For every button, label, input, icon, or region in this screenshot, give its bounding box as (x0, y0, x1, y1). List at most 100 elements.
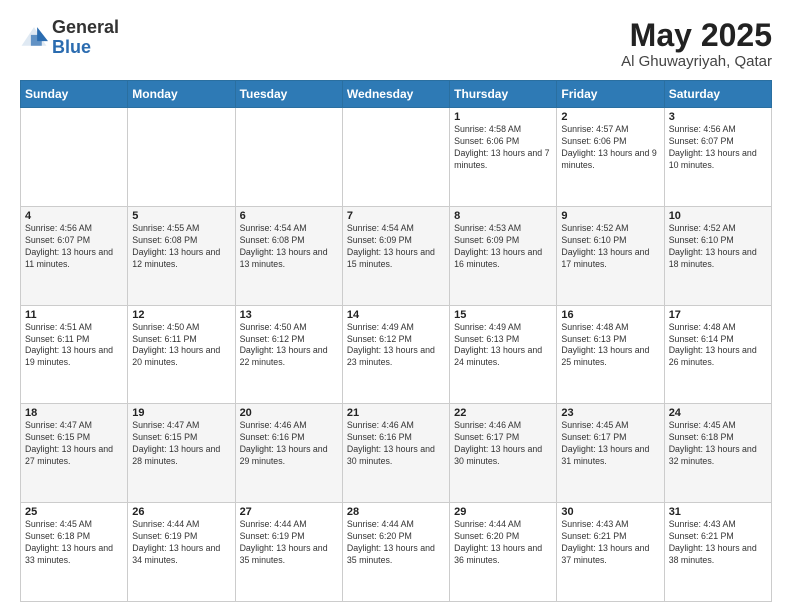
calendar-week-5: 25Sunrise: 4:45 AM Sunset: 6:18 PM Dayli… (21, 503, 772, 602)
day-number: 27 (240, 506, 338, 518)
day-info: Sunrise: 4:45 AM Sunset: 6:18 PM Dayligh… (25, 519, 123, 567)
day-number: 2 (561, 111, 659, 123)
table-cell: 31Sunrise: 4:43 AM Sunset: 6:21 PM Dayli… (664, 503, 771, 602)
day-number: 13 (240, 309, 338, 321)
day-number: 31 (669, 506, 767, 518)
table-cell: 16Sunrise: 4:48 AM Sunset: 6:13 PM Dayli… (557, 305, 664, 404)
table-cell (21, 108, 128, 207)
day-info: Sunrise: 4:55 AM Sunset: 6:08 PM Dayligh… (132, 223, 230, 271)
day-number: 14 (347, 309, 445, 321)
day-number: 7 (347, 210, 445, 222)
title-block: May 2025 Al Ghuwayriyah, Qatar (621, 18, 772, 70)
table-cell: 2Sunrise: 4:57 AM Sunset: 6:06 PM Daylig… (557, 108, 664, 207)
day-info: Sunrise: 4:45 AM Sunset: 6:18 PM Dayligh… (669, 420, 767, 468)
table-cell (235, 108, 342, 207)
table-cell: 30Sunrise: 4:43 AM Sunset: 6:21 PM Dayli… (557, 503, 664, 602)
table-cell: 25Sunrise: 4:45 AM Sunset: 6:18 PM Dayli… (21, 503, 128, 602)
day-number: 24 (669, 407, 767, 419)
day-info: Sunrise: 4:52 AM Sunset: 6:10 PM Dayligh… (561, 223, 659, 271)
table-cell: 8Sunrise: 4:53 AM Sunset: 6:09 PM Daylig… (450, 206, 557, 305)
table-cell: 14Sunrise: 4:49 AM Sunset: 6:12 PM Dayli… (342, 305, 449, 404)
table-cell: 29Sunrise: 4:44 AM Sunset: 6:20 PM Dayli… (450, 503, 557, 602)
table-cell: 22Sunrise: 4:46 AM Sunset: 6:17 PM Dayli… (450, 404, 557, 503)
table-cell: 18Sunrise: 4:47 AM Sunset: 6:15 PM Dayli… (21, 404, 128, 503)
day-info: Sunrise: 4:51 AM Sunset: 6:11 PM Dayligh… (25, 322, 123, 370)
day-number: 9 (561, 210, 659, 222)
day-info: Sunrise: 4:44 AM Sunset: 6:20 PM Dayligh… (454, 519, 552, 567)
col-wednesday: Wednesday (342, 81, 449, 108)
table-cell: 4Sunrise: 4:56 AM Sunset: 6:07 PM Daylig… (21, 206, 128, 305)
day-number: 23 (561, 407, 659, 419)
day-number: 28 (347, 506, 445, 518)
day-number: 26 (132, 506, 230, 518)
day-number: 21 (347, 407, 445, 419)
table-cell: 9Sunrise: 4:52 AM Sunset: 6:10 PM Daylig… (557, 206, 664, 305)
day-info: Sunrise: 4:50 AM Sunset: 6:12 PM Dayligh… (240, 322, 338, 370)
day-info: Sunrise: 4:46 AM Sunset: 6:16 PM Dayligh… (347, 420, 445, 468)
table-cell: 17Sunrise: 4:48 AM Sunset: 6:14 PM Dayli… (664, 305, 771, 404)
day-number: 17 (669, 309, 767, 321)
table-cell: 28Sunrise: 4:44 AM Sunset: 6:20 PM Dayli… (342, 503, 449, 602)
logo-blue-text: Blue (52, 37, 91, 57)
table-cell: 6Sunrise: 4:54 AM Sunset: 6:08 PM Daylig… (235, 206, 342, 305)
title-location: Al Ghuwayriyah, Qatar (621, 53, 772, 70)
day-number: 11 (25, 309, 123, 321)
day-info: Sunrise: 4:56 AM Sunset: 6:07 PM Dayligh… (669, 124, 767, 172)
table-cell: 5Sunrise: 4:55 AM Sunset: 6:08 PM Daylig… (128, 206, 235, 305)
day-info: Sunrise: 4:54 AM Sunset: 6:08 PM Dayligh… (240, 223, 338, 271)
table-cell: 23Sunrise: 4:45 AM Sunset: 6:17 PM Dayli… (557, 404, 664, 503)
day-number: 19 (132, 407, 230, 419)
day-number: 29 (454, 506, 552, 518)
day-info: Sunrise: 4:46 AM Sunset: 6:16 PM Dayligh… (240, 420, 338, 468)
day-number: 4 (25, 210, 123, 222)
day-info: Sunrise: 4:57 AM Sunset: 6:06 PM Dayligh… (561, 124, 659, 172)
day-info: Sunrise: 4:49 AM Sunset: 6:13 PM Dayligh… (454, 322, 552, 370)
table-cell (342, 108, 449, 207)
day-number: 5 (132, 210, 230, 222)
day-number: 18 (25, 407, 123, 419)
day-info: Sunrise: 4:47 AM Sunset: 6:15 PM Dayligh… (132, 420, 230, 468)
table-cell: 20Sunrise: 4:46 AM Sunset: 6:16 PM Dayli… (235, 404, 342, 503)
day-info: Sunrise: 4:52 AM Sunset: 6:10 PM Dayligh… (669, 223, 767, 271)
table-cell: 13Sunrise: 4:50 AM Sunset: 6:12 PM Dayli… (235, 305, 342, 404)
table-cell: 10Sunrise: 4:52 AM Sunset: 6:10 PM Dayli… (664, 206, 771, 305)
day-info: Sunrise: 4:45 AM Sunset: 6:17 PM Dayligh… (561, 420, 659, 468)
day-info: Sunrise: 4:56 AM Sunset: 6:07 PM Dayligh… (25, 223, 123, 271)
calendar-table: Sunday Monday Tuesday Wednesday Thursday… (20, 80, 772, 602)
day-info: Sunrise: 4:44 AM Sunset: 6:19 PM Dayligh… (240, 519, 338, 567)
col-thursday: Thursday (450, 81, 557, 108)
calendar-week-4: 18Sunrise: 4:47 AM Sunset: 6:15 PM Dayli… (21, 404, 772, 503)
day-number: 22 (454, 407, 552, 419)
day-info: Sunrise: 4:49 AM Sunset: 6:12 PM Dayligh… (347, 322, 445, 370)
logo-text: General Blue (52, 18, 119, 58)
table-cell: 26Sunrise: 4:44 AM Sunset: 6:19 PM Dayli… (128, 503, 235, 602)
day-info: Sunrise: 4:53 AM Sunset: 6:09 PM Dayligh… (454, 223, 552, 271)
day-info: Sunrise: 4:46 AM Sunset: 6:17 PM Dayligh… (454, 420, 552, 468)
table-cell: 24Sunrise: 4:45 AM Sunset: 6:18 PM Dayli… (664, 404, 771, 503)
table-cell: 15Sunrise: 4:49 AM Sunset: 6:13 PM Dayli… (450, 305, 557, 404)
table-cell (128, 108, 235, 207)
logo: General Blue (20, 18, 119, 58)
table-cell: 12Sunrise: 4:50 AM Sunset: 6:11 PM Dayli… (128, 305, 235, 404)
day-number: 1 (454, 111, 552, 123)
table-cell: 21Sunrise: 4:46 AM Sunset: 6:16 PM Dayli… (342, 404, 449, 503)
col-tuesday: Tuesday (235, 81, 342, 108)
calendar-week-2: 4Sunrise: 4:56 AM Sunset: 6:07 PM Daylig… (21, 206, 772, 305)
header: General Blue May 2025 Al Ghuwayriyah, Qa… (20, 18, 772, 70)
day-number: 8 (454, 210, 552, 222)
day-info: Sunrise: 4:47 AM Sunset: 6:15 PM Dayligh… (25, 420, 123, 468)
table-cell: 27Sunrise: 4:44 AM Sunset: 6:19 PM Dayli… (235, 503, 342, 602)
col-monday: Monday (128, 81, 235, 108)
day-number: 10 (669, 210, 767, 222)
table-cell: 11Sunrise: 4:51 AM Sunset: 6:11 PM Dayli… (21, 305, 128, 404)
day-info: Sunrise: 4:58 AM Sunset: 6:06 PM Dayligh… (454, 124, 552, 172)
day-info: Sunrise: 4:50 AM Sunset: 6:11 PM Dayligh… (132, 322, 230, 370)
day-number: 25 (25, 506, 123, 518)
col-sunday: Sunday (21, 81, 128, 108)
day-info: Sunrise: 4:43 AM Sunset: 6:21 PM Dayligh… (669, 519, 767, 567)
day-info: Sunrise: 4:44 AM Sunset: 6:20 PM Dayligh… (347, 519, 445, 567)
day-number: 6 (240, 210, 338, 222)
day-info: Sunrise: 4:54 AM Sunset: 6:09 PM Dayligh… (347, 223, 445, 271)
calendar-header-row: Sunday Monday Tuesday Wednesday Thursday… (21, 81, 772, 108)
calendar-week-3: 11Sunrise: 4:51 AM Sunset: 6:11 PM Dayli… (21, 305, 772, 404)
